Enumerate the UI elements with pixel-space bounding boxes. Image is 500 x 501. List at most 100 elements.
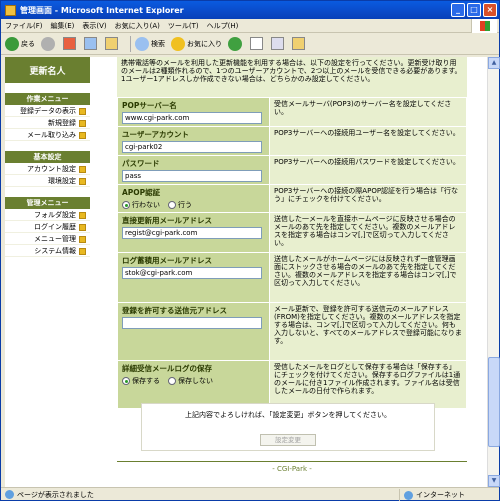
media-button[interactable]: [228, 36, 244, 51]
confirm-text: 上記内容でよろしければ、「設定変更」ボタンを押してください。: [184, 411, 392, 419]
status-text: ページが表示されました: [17, 490, 94, 499]
scroll-down-icon[interactable]: ▼: [488, 475, 500, 487]
log-save-no-radio[interactable]: [168, 377, 176, 385]
menu-file[interactable]: ファイル(F): [5, 21, 43, 31]
sidebar-item-menu-admin[interactable]: メニュー管理: [5, 233, 90, 245]
form-row-user-account: ユーザーアカウント POP3サーバーへの接続用ユーザー名を設定してください。: [117, 126, 468, 156]
log-save-radio-group: 保存する 保存しない: [122, 376, 265, 386]
form-row-log-save: 詳細受信メールログの保存 保存する 保存しない 受信したメールをログとして保存す…: [117, 360, 468, 409]
form-label-cell: APOP認証 行わない 行う: [117, 184, 270, 213]
folder-button[interactable]: [292, 37, 307, 50]
log-mail-input[interactable]: [122, 267, 262, 279]
menu-tools[interactable]: ツール(T): [168, 21, 199, 31]
allowed-senders-input[interactable]: [122, 317, 262, 329]
apop-off-radio[interactable]: [122, 201, 130, 209]
sidebar-heading-work: 作業メニュー: [5, 93, 90, 105]
pop-server-input[interactable]: [122, 112, 262, 124]
close-button[interactable]: ×: [483, 3, 497, 17]
sidebar-item-account[interactable]: アカウント設定: [5, 163, 90, 175]
direct-mail-input[interactable]: [122, 227, 262, 239]
security-zone: インターネット: [399, 489, 495, 501]
form-label-cell: 詳細受信メールログの保存 保存する 保存しない: [117, 360, 270, 409]
sidebar-item-mail-import[interactable]: メール取り込み: [5, 129, 90, 141]
back-label: 戻る: [21, 39, 35, 48]
form-row-direct-mail: 直接更新用メールアドレス 送信した一メールを直接ホームページに反映させる場合のメ…: [117, 212, 468, 253]
favorites-label: お気に入り: [187, 39, 222, 48]
apop-on-label: 行う: [178, 201, 192, 209]
form-label-cell: 直接更新用メールアドレス: [117, 212, 270, 253]
search-button[interactable]: 検索: [135, 36, 165, 51]
allowed-senders-label: 登録を許可する送信元アドレス: [122, 306, 227, 315]
apop-off-label: 行わない: [132, 201, 160, 209]
form-row-allowed-senders: 登録を許可する送信元アドレス メール更新で、登録を許可する送信元のメールアドレス…: [117, 302, 468, 361]
scroll-up-icon[interactable]: ▲: [488, 57, 500, 69]
forward-button[interactable]: [41, 36, 57, 51]
refresh-button[interactable]: [84, 37, 99, 50]
password-input[interactable]: [122, 170, 262, 182]
form-label-cell: パスワード: [117, 155, 270, 185]
star-icon: [171, 36, 185, 51]
sidebar-item-login-history[interactable]: ログイン履歴: [5, 221, 90, 233]
log-save-yes-radio[interactable]: [122, 377, 130, 385]
ie-icon: [5, 4, 16, 16]
title-bar: 管理画面 - Microsoft Internet Explorer _ □ ×: [1, 1, 499, 19]
form-label-cell: POPサーバー名: [117, 97, 270, 127]
notice-text: 携帯電話等のメールを利用した更新機能を利用する場合は、以下の設定を行ってください…: [117, 57, 467, 97]
back-arrow-icon: [5, 36, 19, 51]
scroll-thumb[interactable]: [488, 357, 500, 447]
main-content: 携帯電話等のメールを利用した更新機能を利用する場合は、以下の設定を行ってください…: [93, 57, 487, 487]
back-button[interactable]: 戻る: [5, 36, 35, 51]
menu-view[interactable]: 表示(V): [82, 21, 106, 31]
form-row-password: パスワード POP3サーバーへの接続用パスワードを設定してください。: [117, 155, 468, 185]
sidebar-item-view-data[interactable]: 登録データの表示: [5, 105, 90, 117]
apply-settings-button[interactable]: 設定変更: [260, 434, 316, 446]
print-icon: [271, 37, 284, 50]
sidebar-item-folder[interactable]: フォルダ設定: [5, 209, 90, 221]
pop-server-label: POPサーバー名: [122, 101, 177, 110]
windows-logo-icon: [471, 19, 497, 33]
sidebar-item-new[interactable]: 新規登録: [5, 117, 90, 129]
home-icon: [105, 37, 118, 50]
maximize-button[interactable]: □: [467, 3, 481, 17]
refresh-icon: [84, 37, 97, 50]
form-row-log-mail: ログ蓄積用メールアドレス 送信したメールがホームページには反映されず一度管理画面…: [117, 252, 468, 303]
apop-on-radio[interactable]: [168, 201, 176, 209]
minimize-button[interactable]: _: [451, 3, 465, 17]
menu-favorites[interactable]: お気に入り(A): [115, 21, 160, 31]
sidebar: 更新名人 作業メニュー 登録データの表示 新規登録 メール取り込み 基本設定 ア…: [5, 57, 90, 487]
print-button[interactable]: [271, 37, 286, 50]
home-button[interactable]: [105, 37, 120, 50]
zone-label: インターネット: [416, 491, 465, 499]
form-row-apop: APOP認証 行わない 行う POP3サーバーへの接続の際APOP認証を行う場合…: [117, 184, 468, 213]
mail-button[interactable]: [250, 37, 265, 50]
user-account-desc: POP3サーバーへの接続用ユーザー名を設定してください。: [268, 126, 468, 156]
sidebar-heading-basic: 基本設定: [5, 151, 90, 163]
pop-server-desc: 受信メールサーバ(POP3)のサーバー名を設定してください。: [268, 97, 468, 127]
browser-window: 管理画面 - Microsoft Internet Explorer _ □ ×…: [0, 0, 500, 501]
user-account-label: ユーザーアカウント: [122, 130, 190, 139]
mail-icon: [250, 37, 263, 50]
menu-bar: ファイル(F) 編集(E) 表示(V) お気に入り(A) ツール(T) ヘルプ(…: [1, 19, 499, 33]
menu-edit[interactable]: 編集(E): [51, 21, 75, 31]
page-icon: [5, 490, 14, 499]
stop-button[interactable]: [63, 37, 78, 50]
folder-icon: [292, 37, 305, 50]
toolbar: 戻る 検索 お気に入り: [1, 33, 499, 55]
forward-arrow-icon: [41, 36, 55, 51]
menu-help[interactable]: ヘルプ(H): [207, 21, 239, 31]
sidebar-item-system-info[interactable]: システム情報: [5, 245, 90, 257]
apop-radio-group: 行わない 行う: [122, 200, 265, 210]
log-save-label: 詳細受信メールログの保存: [122, 364, 212, 373]
favorites-button[interactable]: お気に入り: [171, 36, 222, 51]
vertical-scrollbar[interactable]: ▲ ▼: [487, 57, 500, 487]
log-save-no-label: 保存しない: [178, 377, 213, 385]
log-mail-desc: 送信したメールがホームページには反映されず一度管理画面にストックさせる場合のメー…: [268, 252, 468, 303]
direct-mail-label: 直接更新用メールアドレス: [122, 216, 212, 225]
user-account-input[interactable]: [122, 141, 262, 153]
log-save-yes-label: 保存する: [132, 377, 160, 385]
app-title: 更新名人: [5, 57, 90, 83]
sidebar-item-environment[interactable]: 環境設定: [5, 175, 90, 187]
direct-mail-desc: 送信した一メールを直接ホームページに反映させる場合のメールのあて先を指定してくだ…: [268, 212, 468, 253]
allowed-senders-desc: メール更新で、登録を許可する送信元のメールアドレス(FROM)を指定してください…: [268, 302, 468, 361]
password-desc: POP3サーバーへの接続用パスワードを設定してください。: [268, 155, 468, 185]
